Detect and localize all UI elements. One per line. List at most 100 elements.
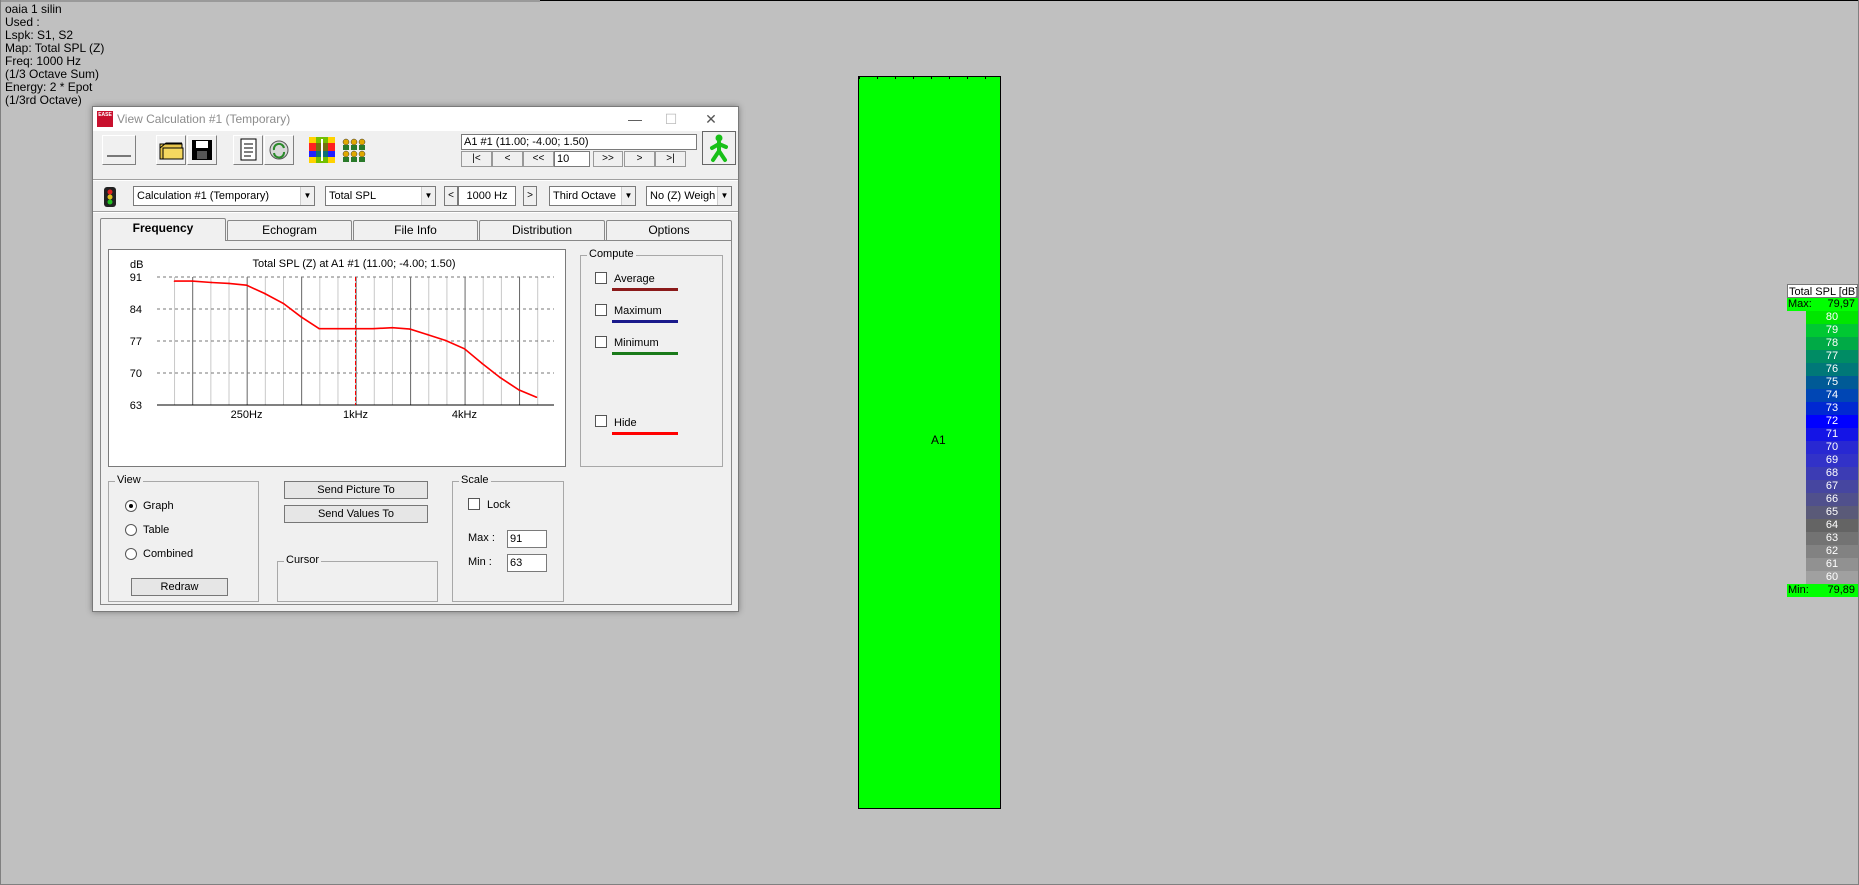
calculation-select-value: Calculation #1 (Temporary) [137, 190, 270, 202]
maximum-checkbox[interactable] [595, 304, 607, 316]
scale-max-input[interactable]: 91 [507, 530, 547, 548]
band-select-value: Third Octave [553, 190, 616, 202]
tab-options[interactable]: Options [606, 220, 732, 240]
legend-level-row: 71 [1806, 428, 1858, 441]
legend-level-row: 66 [1806, 493, 1858, 506]
frequency-field[interactable]: 1000 Hz [458, 186, 516, 206]
tab-echogram[interactable]: Echogram [227, 220, 352, 240]
view-group-label: View [115, 474, 143, 486]
legend-level-row: 61 [1806, 558, 1858, 571]
view-combined-radio[interactable] [125, 548, 137, 560]
tab-distribution[interactable]: Distribution [479, 220, 605, 240]
nav-prev-button[interactable]: < [492, 151, 523, 167]
report-button[interactable] [233, 135, 263, 165]
chart-x-tick-label: 250Hz [231, 409, 263, 421]
legend-level-row: 74 [1806, 389, 1858, 402]
minimum-checkbox[interactable] [595, 336, 607, 348]
app-logo-icon: EASE [97, 111, 113, 127]
nav-next-button[interactable]: > [624, 151, 655, 167]
nav-step-input[interactable]: 10 [554, 151, 590, 167]
view-graph-radio[interactable] [125, 500, 137, 512]
chevron-down-icon: ▼ [300, 187, 314, 205]
average-checkbox[interactable] [595, 272, 607, 284]
chart-y-tick-label: 77 [130, 336, 142, 348]
nav-first-button[interactable]: |< [461, 151, 492, 167]
scale-min-input[interactable]: 63 [507, 554, 547, 572]
legend-min-value: 79,89 [1827, 584, 1855, 596]
legend-level-row: 63 [1806, 532, 1858, 545]
recycle-icon [269, 140, 289, 160]
save-button[interactable] [187, 135, 217, 165]
title-bar[interactable]: EASE View Calculation #1 (Temporary) — ☐… [93, 107, 738, 131]
legend-level-row: 77 [1806, 350, 1858, 363]
legend-max-label: Max: [1788, 298, 1812, 310]
window-frame-top-highlight [0, 0, 540, 2]
legend-level-row: 60 [1806, 571, 1858, 584]
freq-next-button[interactable]: > [523, 186, 537, 206]
audience-button[interactable] [339, 135, 369, 165]
chart-data-point [210, 281, 213, 284]
audience-area-surface[interactable]: A1 [858, 76, 1001, 809]
info-line: (1/3rd Octave) [5, 93, 82, 107]
legend-max-row: 79,97 Max: [1787, 298, 1858, 311]
legend-title: Total SPL [dB] [1787, 284, 1858, 298]
legend-level-row: 62 [1806, 545, 1858, 558]
chart-data-point [318, 327, 320, 330]
minimize-button[interactable]: — [621, 109, 649, 129]
recycle-button[interactable] [264, 135, 294, 165]
cursor-group-label: Cursor [284, 554, 322, 566]
weighting-select-value: No (Z) Weigh [650, 190, 716, 202]
view-table-radio[interactable] [125, 524, 137, 536]
chart-y-tick-label: 70 [130, 368, 142, 380]
chevron-down-icon: ▼ [421, 187, 435, 205]
weighting-select[interactable]: No (Z) Weigh ▼ [646, 186, 732, 206]
toolbar-separator [93, 179, 738, 181]
hide-checkbox[interactable] [595, 415, 607, 427]
redraw-button[interactable]: Redraw [131, 578, 228, 596]
freq-prev-button[interactable]: < [444, 186, 458, 206]
chart-data-point [282, 302, 285, 305]
frequency-graph[interactable]: 91 84 77 70 63 250Hz 1kHz 4kHz dB Total SPL (Z) a… [108, 249, 566, 467]
view-graph-label: Graph [143, 500, 174, 512]
tab-file-info[interactable]: File Info [353, 220, 478, 240]
legend-level-row: 78 [1806, 337, 1858, 350]
nav-next-fast-button[interactable]: >> [593, 151, 623, 167]
send-picture-button[interactable]: Send Picture To [284, 481, 428, 499]
nav-prev-fast-button[interactable]: << [523, 151, 554, 167]
maximum-line-swatch [612, 320, 678, 323]
mapping-button[interactable] [307, 135, 337, 165]
legend-min-row: 79,89 Min: [1787, 584, 1858, 597]
lock-checkbox[interactable] [468, 498, 480, 510]
chart-data-point [228, 282, 230, 285]
chart-y-tick-label: 91 [130, 272, 142, 284]
calculation-select[interactable]: Calculation #1 (Temporary) ▼ [133, 186, 315, 206]
legend-min-label: Min: [1788, 584, 1809, 596]
open-button[interactable] [156, 135, 186, 165]
walker-button[interactable] [702, 131, 736, 165]
nav-last-button[interactable]: >| [655, 151, 686, 167]
band-select[interactable]: Third Octave ▼ [549, 186, 636, 206]
legend-level-row: 72 [1806, 415, 1858, 428]
tab-frequency[interactable]: Frequency [100, 218, 226, 241]
mapping-icon [309, 137, 335, 163]
line-tool-button[interactable] [102, 135, 136, 165]
map-type-select[interactable]: Total SPL ▼ [325, 186, 436, 206]
window-frame-left [0, 0, 1, 885]
traffic-light-icon[interactable] [99, 186, 121, 208]
maximize-button[interactable]: ☐ [657, 109, 685, 129]
chart-data-point [426, 333, 429, 336]
chart-data-point [354, 327, 357, 330]
chart-data-point [499, 376, 501, 379]
scale-group-label: Scale [459, 474, 491, 486]
chart-y-tick-label: 63 [130, 400, 142, 412]
legend-level-row: 75 [1806, 376, 1858, 389]
window-title: View Calculation #1 (Temporary) [117, 112, 291, 126]
lock-label: Lock [487, 499, 511, 511]
chart-data-point [518, 389, 520, 391]
map-info-panel: oaia 1 silin Used : Lspk: S1, S2 Map: To… [5, 3, 104, 107]
document-icon [240, 138, 257, 161]
close-button[interactable]: ✕ [697, 109, 725, 129]
send-values-button[interactable]: Send Values To [284, 505, 428, 523]
surface-label: A1 [931, 433, 946, 447]
compute-group-label: Compute [587, 248, 636, 260]
